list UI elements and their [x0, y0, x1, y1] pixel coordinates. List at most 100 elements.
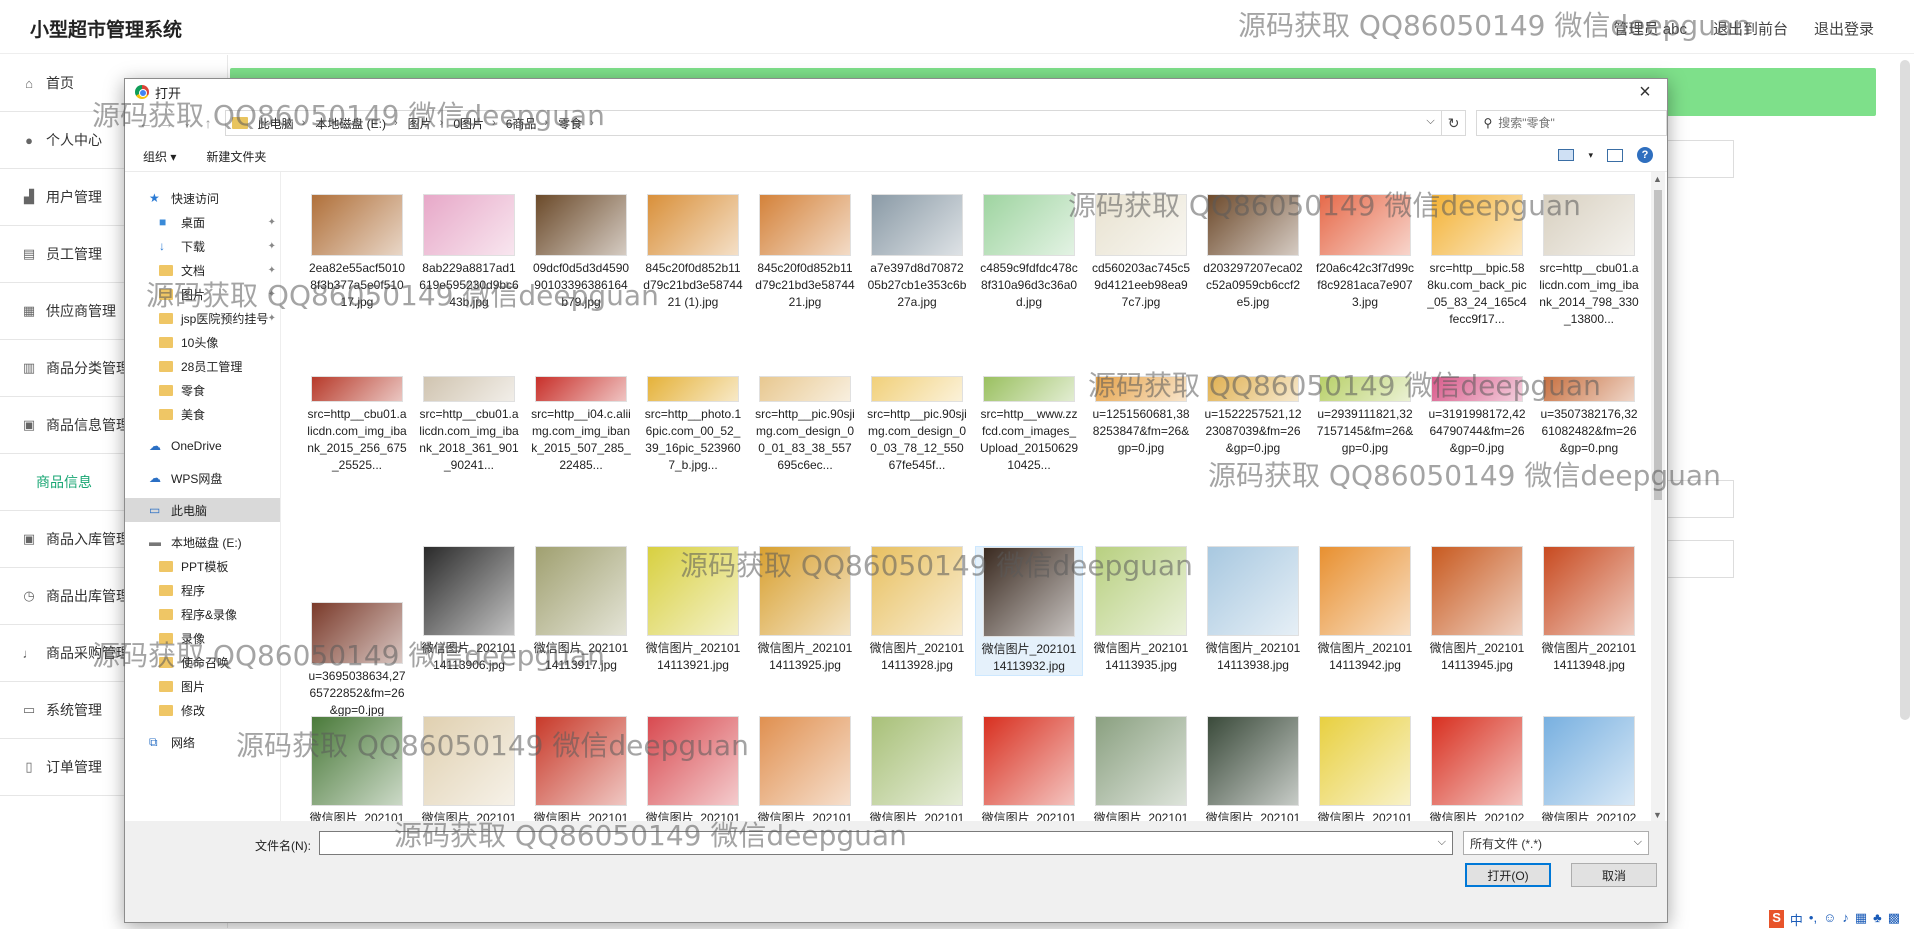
file-item[interactable]: 微信图片_20210114113906.jpg: [415, 546, 523, 674]
breadcrumb-item[interactable]: 图片: [408, 115, 432, 132]
file-item[interactable]: c4859c9fdfdc478c8f310a96d3c36a0d.jpg: [975, 194, 1083, 311]
nav-item[interactable]: ☁OneDrive: [125, 434, 280, 458]
nav-item[interactable]: 图片✦: [125, 282, 280, 306]
logout-link[interactable]: 退出登录: [1814, 18, 1874, 39]
file-item[interactable]: u=1251560681,388253847&fm=26&gp=0.jpg: [1087, 376, 1195, 457]
nav-item[interactable]: ☁WPS网盘: [125, 466, 280, 490]
chevron-right-icon[interactable]: ›: [492, 117, 496, 129]
nav-item[interactable]: 零食: [125, 378, 280, 402]
file-item[interactable]: 微信图片_20210114113945.jpg: [1423, 546, 1531, 674]
file-item[interactable]: 微信图片_20210114113942.jpg: [1311, 546, 1419, 674]
nav-item[interactable]: 录像: [125, 626, 280, 650]
file-item[interactable]: u=3695038634,2765722852&fm=26&gp=0.jpg: [303, 602, 411, 719]
file-item[interactable]: 845c20f0d852b11d79c21bd3e5874421 (1).jpg: [639, 194, 747, 311]
scroll-down-icon[interactable]: ▼: [1653, 810, 1662, 820]
file-item[interactable]: src=http__pic.90sjimg.com_design_00_03_7…: [863, 376, 971, 474]
tools-icon[interactable]: ▩: [1888, 910, 1900, 928]
file-item[interactable]: src=http__i04.c.aliimg.com_img_ibank_201…: [527, 376, 635, 474]
search-input[interactable]: [1498, 116, 1658, 130]
open-button[interactable]: 打开(O): [1465, 863, 1551, 887]
nav-item[interactable]: ↓下载✦: [125, 234, 280, 258]
filename-input[interactable]: [320, 832, 1420, 854]
nav-item[interactable]: jsp医院预约挂号✦: [125, 306, 280, 330]
file-item[interactable]: src=http__cbu01.alicdn.com_img_ibank_201…: [303, 376, 411, 474]
nav-item[interactable]: ▬本地磁盘 (E:): [125, 530, 280, 554]
file-scrollbar[interactable]: ▲ ▼: [1651, 172, 1665, 822]
file-item[interactable]: 微信图片_20210114113921.jpg: [639, 546, 747, 674]
nav-item[interactable]: 文档✦: [125, 258, 280, 282]
punct-icon[interactable]: •,: [1809, 910, 1817, 928]
nav-item[interactable]: ★快速访问: [125, 186, 280, 210]
preview-pane-icon[interactable]: [1607, 149, 1623, 162]
file-item[interactable]: u=3191998172,4264790744&fm=26&gp=0.jpg: [1423, 376, 1531, 457]
pin-icon[interactable]: ✦: [268, 217, 276, 228]
chevron-down-icon[interactable]: ⌄: [177, 118, 198, 129]
address-bar[interactable]: 此电脑›本地磁盘 (E:)›图片›0图片›6商品›零食›⌵: [225, 110, 1442, 136]
help-icon[interactable]: ?: [1637, 147, 1653, 163]
file-item[interactable]: cd560203ac745c59d4121eeb98ea97c7.jpg: [1087, 194, 1195, 311]
forward-arrow-icon[interactable]: →: [156, 115, 177, 131]
nav-item[interactable]: 程序: [125, 578, 280, 602]
file-item[interactable]: src=http__cbu01.alicdn.com_img_ibank_201…: [415, 376, 523, 474]
scroll-thumb[interactable]: [1654, 190, 1662, 500]
sogou-icon[interactable]: S: [1769, 910, 1784, 928]
skin-icon[interactable]: ♣: [1873, 910, 1882, 928]
nav-item[interactable]: 10头像: [125, 330, 280, 354]
frontend-link[interactable]: 退出到前台: [1713, 18, 1788, 39]
file-item[interactable]: 845c20f0d852b11d79c21bd3e5874421.jpg: [751, 194, 859, 311]
chevron-down-icon[interactable]: ⌵: [1634, 836, 1642, 849]
organize-menu[interactable]: 组织 ▾: [143, 148, 176, 165]
file-item[interactable]: a7e397d8d7087205b27cb1e353c6b27a.jpg: [863, 194, 971, 311]
file-item[interactable]: src=http__cbu01.alicdn.com_img_ibank_201…: [1535, 194, 1643, 328]
nav-item[interactable]: 使命召唤: [125, 650, 280, 674]
close-icon[interactable]: ×: [1631, 81, 1659, 104]
file-item[interactable]: 微信图片_20210114113928.jpg: [863, 546, 971, 674]
file-item[interactable]: src=http__photo.16pic.com_00_52_39_16pic…: [639, 376, 747, 474]
nav-item[interactable]: 程序&录像: [125, 602, 280, 626]
mic-icon[interactable]: ♪: [1842, 910, 1849, 928]
nav-item[interactable]: 美食: [125, 402, 280, 426]
file-item[interactable]: 微信图片_20210114113917.jpg: [527, 546, 635, 674]
up-arrow-icon[interactable]: ↑: [198, 115, 219, 131]
nav-item[interactable]: PPT模板: [125, 554, 280, 578]
file-item[interactable]: u=2939111821,327157145&fm=26&gp=0.jpg: [1311, 376, 1419, 457]
file-item[interactable]: 2ea82e55acf50108f3b377a5e0f51017.jpg: [303, 194, 411, 311]
refresh-icon[interactable]: ↻: [1442, 110, 1467, 136]
scroll-up-icon[interactable]: ▲: [1653, 174, 1662, 184]
file-item[interactable]: d203297207eca02c52a0959cb6ccf2e5.jpg: [1199, 194, 1307, 311]
file-item[interactable]: u=3507382176,3261082482&fm=26&gp=0.png: [1535, 376, 1643, 457]
keyboard-icon[interactable]: ▦: [1855, 910, 1867, 928]
file-item[interactable]: src=http__bpic.588ku.com_back_pic_05_83_…: [1423, 194, 1531, 328]
pin-icon[interactable]: ✦: [268, 241, 276, 252]
emoji-icon[interactable]: ☺: [1823, 910, 1836, 928]
filename-field[interactable]: ⌵: [319, 831, 1453, 855]
nav-item[interactable]: ▭此电脑: [125, 498, 280, 522]
nav-item[interactable]: ■桌面✦: [125, 210, 280, 234]
breadcrumb-item[interactable]: 零食: [558, 115, 582, 132]
cancel-button[interactable]: 取消: [1571, 863, 1657, 887]
file-item[interactable]: 微信图片_20210114113935.jpg: [1087, 546, 1195, 674]
file-item[interactable]: src=http__www.zzfcd.com_images_Upload_20…: [975, 376, 1083, 474]
chevron-right-icon[interactable]: ›: [302, 117, 306, 129]
filetype-select[interactable]: 所有文件 (*.*) ⌵: [1463, 831, 1649, 855]
page-scrollbar[interactable]: [1900, 60, 1910, 720]
chevron-right-icon[interactable]: ›: [440, 117, 444, 129]
file-item[interactable]: 微信图片_20210114113932.jpg: [975, 546, 1083, 676]
pin-icon[interactable]: ✦: [268, 265, 276, 276]
chevron-down-icon[interactable]: ▾: [1588, 150, 1593, 161]
file-item[interactable]: 微信图片_20210114113925.jpg: [751, 546, 859, 674]
new-folder-button[interactable]: 新建文件夹: [206, 148, 266, 165]
chevron-right-icon[interactable]: ›: [590, 117, 594, 129]
chevron-right-icon[interactable]: ›: [394, 117, 398, 129]
breadcrumb-item[interactable]: 0图片: [453, 115, 484, 132]
pin-icon[interactable]: ✦: [268, 313, 276, 324]
breadcrumb-item[interactable]: 本地磁盘 (E:): [315, 115, 386, 132]
pin-icon[interactable]: ✦: [268, 289, 276, 300]
breadcrumb-item[interactable]: 此电脑: [258, 115, 294, 132]
chevron-down-icon[interactable]: ⌵: [1426, 115, 1434, 128]
search-box[interactable]: ⚲: [1476, 110, 1667, 136]
ime-lang-icon[interactable]: 中: [1790, 910, 1803, 928]
chevron-down-icon[interactable]: ⌵: [1438, 836, 1446, 849]
breadcrumb-item[interactable]: 6商品: [506, 115, 537, 132]
file-item[interactable]: 8ab229a8817ad1619e595230d9bc643b.jpg: [415, 194, 523, 311]
